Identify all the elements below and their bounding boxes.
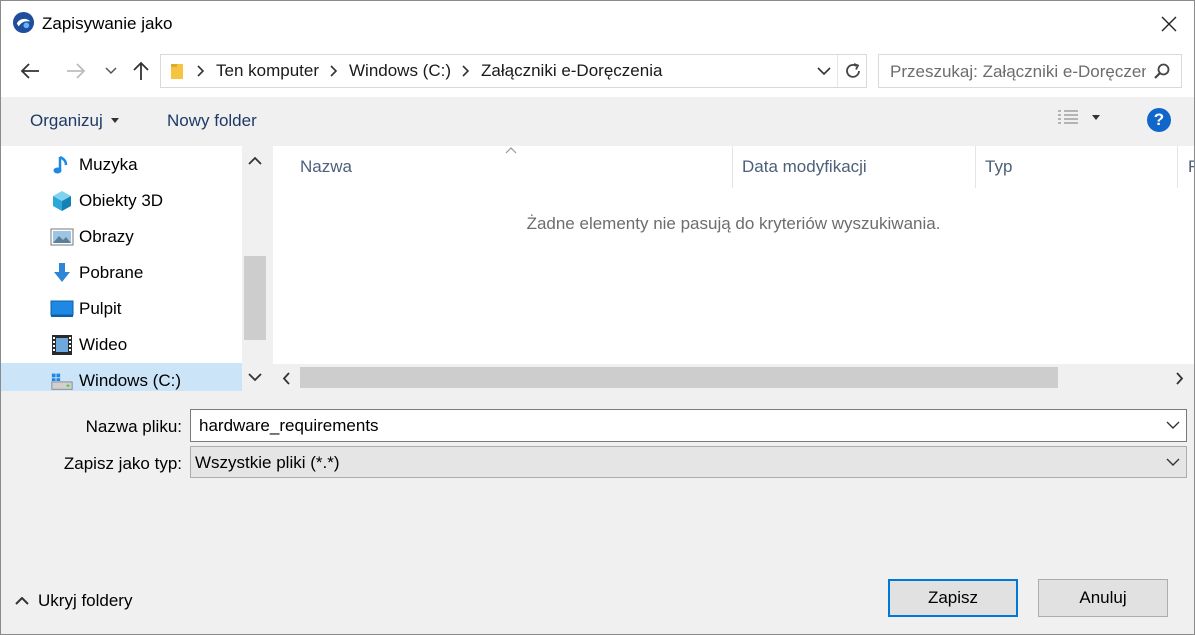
drive-icon [50, 369, 74, 391]
breadcrumb-separator-icon[interactable] [322, 65, 346, 77]
arrow-up-icon [133, 61, 149, 80]
breadcrumb-item[interactable]: Załączniki e-Doręczenia [478, 61, 665, 81]
command-toolbar: Organizuj Nowy folder ? [1, 97, 1194, 146]
column-header-label: Typ [985, 157, 1013, 176]
caret-down-icon [1092, 115, 1100, 120]
nav-item-wideo[interactable]: Wideo [1, 327, 242, 363]
title-bar: Zapisywanie jako [1, 1, 1194, 47]
refresh-button[interactable] [837, 55, 867, 87]
nav-item-pobrane[interactable]: Pobrane [1, 255, 242, 291]
column-header-label: Nazwa [300, 157, 352, 176]
arrow-right-icon [67, 63, 86, 79]
filetype-value: Wszystkie pliki (*.*) [195, 453, 340, 472]
organize-menu-button[interactable]: Organizuj [30, 111, 120, 131]
hscroll-thumb[interactable] [300, 367, 1058, 388]
column-header-label: Data modyfikacji [742, 157, 867, 176]
empty-message: Żadne elementy nie pasują do kryteriów w… [526, 214, 941, 233]
arrow-left-icon [20, 63, 39, 79]
cube-icon [50, 189, 74, 213]
nav-item-muzyka[interactable]: Muzyka [1, 147, 242, 183]
nav-item-label: Pulpit [79, 299, 122, 318]
chevron-down-icon [1166, 458, 1180, 466]
hide-folders-button[interactable]: Ukryj foldery [15, 591, 132, 611]
nav-item-pulpit[interactable]: Pulpit [1, 291, 242, 327]
scroll-right-icon[interactable] [1175, 372, 1184, 385]
refresh-icon [845, 63, 860, 78]
filename-field[interactable]: hardware_requirements [190, 409, 1187, 442]
window-title: Zapisywanie jako [42, 14, 173, 33]
column-header-size[interactable]: R [1188, 146, 1194, 188]
address-row: Ten komputer Windows (C:) Załączniki e-D… [1, 47, 1194, 97]
breadcrumb-separator-icon[interactable] [189, 65, 213, 77]
column-header-date[interactable]: Data modyfikacji [742, 146, 972, 188]
scroll-down-icon[interactable] [248, 373, 262, 382]
music-icon [50, 153, 74, 177]
nav-item-label: Muzyka [79, 155, 138, 174]
column-header-type[interactable]: Typ [985, 146, 1175, 188]
address-history-button[interactable] [811, 55, 837, 87]
nav-item-label: Obiekty 3D [79, 191, 164, 210]
file-list: Nazwa Data modyfikacji Typ R Żadne eleme… [273, 146, 1194, 364]
file-list-hscrollbar[interactable] [273, 364, 1194, 391]
help-button[interactable]: ? [1147, 108, 1171, 132]
nav-item-obiekty-3d[interactable]: Obiekty 3D [1, 183, 242, 219]
caret-down-icon [110, 118, 119, 123]
nav-item-label: Obrazy [79, 227, 134, 246]
hide-folders-label: Ukryj foldery [38, 591, 133, 610]
breadcrumb-item[interactable]: Windows (C:) [346, 61, 454, 81]
desktop-icon [50, 297, 74, 321]
nav-item-label: Pobrane [79, 263, 144, 282]
column-divider[interactable] [732, 146, 733, 188]
app-logo-icon [12, 11, 35, 34]
navigation-pane: Muzyka Obiekty 3D Obrazy Pobrane Pulpit … [1, 146, 242, 391]
column-divider[interactable] [975, 146, 976, 188]
chevron-down-icon[interactable] [1166, 421, 1180, 430]
filename-value: hardware_requirements [199, 416, 379, 435]
filetype-label: Zapisz jako typ: [63, 454, 182, 473]
filetype-select[interactable]: Wszystkie pliki (*.*) [190, 446, 1187, 478]
nav-item-label: Windows (C:) [79, 371, 182, 390]
details-view-icon [1058, 110, 1078, 124]
nav-item-windows-c[interactable]: Windows (C:) [1, 363, 242, 391]
change-view-button[interactable] [1057, 109, 1101, 127]
cancel-button[interactable]: Anuluj [1038, 579, 1168, 617]
nav-scrollbar[interactable] [242, 146, 268, 391]
search-box[interactable]: Przeszukaj: Załączniki e-Doręczenia [878, 54, 1182, 88]
scroll-up-icon[interactable] [248, 156, 262, 165]
scroll-left-icon[interactable] [282, 372, 291, 385]
download-icon [50, 261, 74, 285]
save-button[interactable]: Zapisz [888, 579, 1018, 617]
forward-button[interactable] [61, 57, 91, 85]
search-icon[interactable] [1153, 62, 1171, 80]
new-folder-label: Nowy folder [167, 111, 257, 130]
close-button[interactable] [1144, 1, 1194, 47]
nav-item-label: Wideo [79, 335, 128, 354]
close-icon [1161, 16, 1177, 32]
organize-label: Organizuj [30, 111, 103, 130]
pictures-icon [50, 225, 74, 249]
filename-label: Nazwa pliku: [85, 417, 182, 436]
save-as-dialog: Zapisywanie jako Ten komputer Windows (C… [0, 0, 1195, 635]
back-button[interactable] [15, 57, 45, 85]
nav-item-obrazy[interactable]: Obrazy [1, 219, 242, 255]
breadcrumb: Ten komputer Windows (C:) Załączniki e-D… [169, 55, 665, 87]
breadcrumb-separator-icon[interactable] [454, 65, 478, 77]
column-header-name[interactable]: Nazwa [300, 146, 730, 188]
search-placeholder: Przeszukaj: Załączniki e-Doręczenia [890, 62, 1146, 81]
column-header-label: R [1188, 157, 1194, 177]
chevron-down-icon [105, 67, 117, 75]
breadcrumb-item[interactable]: Ten komputer [213, 61, 322, 81]
video-icon [50, 333, 74, 357]
up-button[interactable] [127, 57, 155, 85]
nav-scroll-thumb[interactable] [244, 256, 266, 340]
new-folder-button[interactable]: Nowy folder [167, 111, 257, 131]
recent-locations-button[interactable] [101, 57, 121, 85]
address-bar[interactable]: Ten komputer Windows (C:) Załączniki e-D… [160, 54, 867, 88]
column-divider[interactable] [1177, 146, 1178, 188]
folder-icon [171, 64, 183, 79]
caret-up-icon [15, 597, 29, 605]
chevron-down-icon [817, 66, 831, 75]
